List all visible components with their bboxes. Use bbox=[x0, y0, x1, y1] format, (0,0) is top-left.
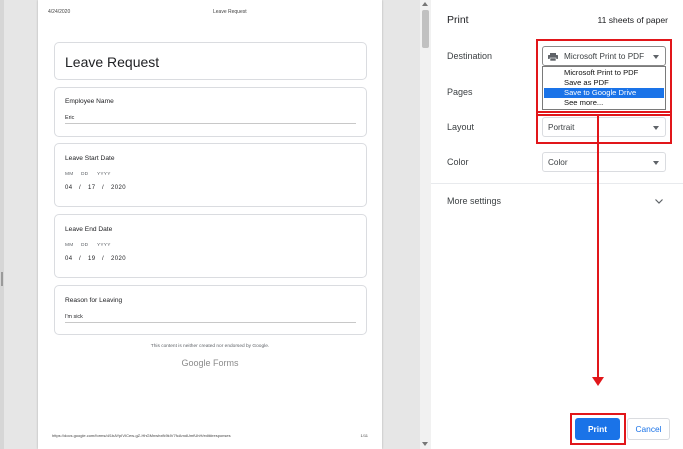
edge-marker bbox=[1, 272, 3, 286]
answer-value: I'm sick bbox=[65, 314, 83, 320]
annotation-highlight-destination bbox=[536, 39, 672, 116]
page-header-title: Leave Request bbox=[213, 9, 247, 15]
preview-page: 4/24/2020 Leave Request Leave Request Em… bbox=[38, 0, 382, 449]
date-format-month: MM bbox=[65, 243, 74, 248]
date-year: 2020 bbox=[111, 185, 126, 191]
date-separator: / bbox=[102, 185, 105, 191]
section-divider bbox=[431, 183, 683, 184]
date-month: 04 bbox=[65, 185, 73, 191]
annotation-highlight-layout bbox=[536, 111, 672, 144]
page-footer-number: 1/11 bbox=[360, 433, 369, 438]
answer-underline bbox=[65, 322, 356, 323]
page-header-date: 4/24/2020 bbox=[48, 9, 71, 15]
form-title: Leave Request bbox=[65, 54, 160, 70]
date-separator: / bbox=[79, 256, 82, 262]
answer-underline bbox=[65, 123, 356, 124]
date-format-day: DD bbox=[81, 243, 89, 248]
question-label: Leave End Date bbox=[65, 226, 113, 233]
question-label: Reason for Leaving bbox=[65, 297, 123, 304]
date-day: 19 bbox=[88, 256, 96, 262]
date-separator: / bbox=[79, 185, 82, 191]
date-day: 17 bbox=[88, 185, 96, 191]
cancel-button[interactable]: Cancel bbox=[627, 418, 670, 440]
form-title-card: Leave Request bbox=[54, 42, 367, 80]
date-year: 2020 bbox=[111, 256, 126, 262]
question-label: Employee Name bbox=[65, 98, 114, 105]
window-edge bbox=[0, 0, 4, 449]
date-format-year: YYYY bbox=[97, 243, 111, 248]
date-separator: / bbox=[102, 256, 105, 262]
preview-scrollbar[interactable] bbox=[420, 0, 431, 449]
chevron-down-icon bbox=[653, 161, 659, 165]
question-label: Leave Start Date bbox=[65, 155, 115, 162]
more-settings-row[interactable]: More settings bbox=[431, 190, 683, 214]
question-card-employee-name: Employee Name Eric bbox=[54, 87, 367, 137]
chevron-down-icon bbox=[655, 199, 663, 204]
color-label: Color bbox=[447, 157, 469, 167]
question-card-reason: Reason for Leaving I'm sick bbox=[54, 285, 367, 335]
more-settings-label: More settings bbox=[447, 196, 502, 206]
date-format-day: DD bbox=[81, 172, 89, 177]
pages-label: Pages bbox=[447, 87, 473, 97]
annotation-arrow-head-icon bbox=[592, 377, 604, 386]
question-card-start-date: Leave Start Date MM DD YYYY 04 / 17 / 20… bbox=[54, 143, 367, 207]
answer-value: Eric bbox=[65, 115, 75, 121]
sheet-count: 11 sheets of paper bbox=[597, 15, 668, 25]
date-month: 04 bbox=[65, 256, 73, 262]
annotation-highlight-print-button bbox=[570, 413, 626, 445]
print-title: Print bbox=[447, 14, 469, 26]
question-card-end-date: Leave End Date MM DD YYYY 04 / 19 / 2020 bbox=[54, 214, 367, 278]
disclaimer-text: This content is neither created nor endo… bbox=[150, 344, 270, 349]
scroll-down-arrow-icon[interactable] bbox=[422, 442, 428, 446]
annotation-arrow-line bbox=[597, 116, 599, 378]
color-value: Color bbox=[548, 158, 568, 167]
google-forms-logo: Google Forms bbox=[181, 358, 239, 368]
print-preview-area: 4/24/2020 Leave Request Leave Request Em… bbox=[0, 0, 420, 449]
layout-label: Layout bbox=[447, 122, 475, 132]
date-format-month: MM bbox=[65, 172, 74, 177]
color-select[interactable]: Color bbox=[542, 152, 666, 172]
page-footer-url: https://docs.google.com/forms/d/1bAYpIVI… bbox=[52, 433, 231, 438]
date-format-year: YYYY bbox=[97, 172, 111, 177]
destination-label: Destination bbox=[447, 51, 493, 61]
scroll-up-arrow-icon[interactable] bbox=[422, 2, 428, 6]
scroll-thumb[interactable] bbox=[422, 10, 429, 48]
